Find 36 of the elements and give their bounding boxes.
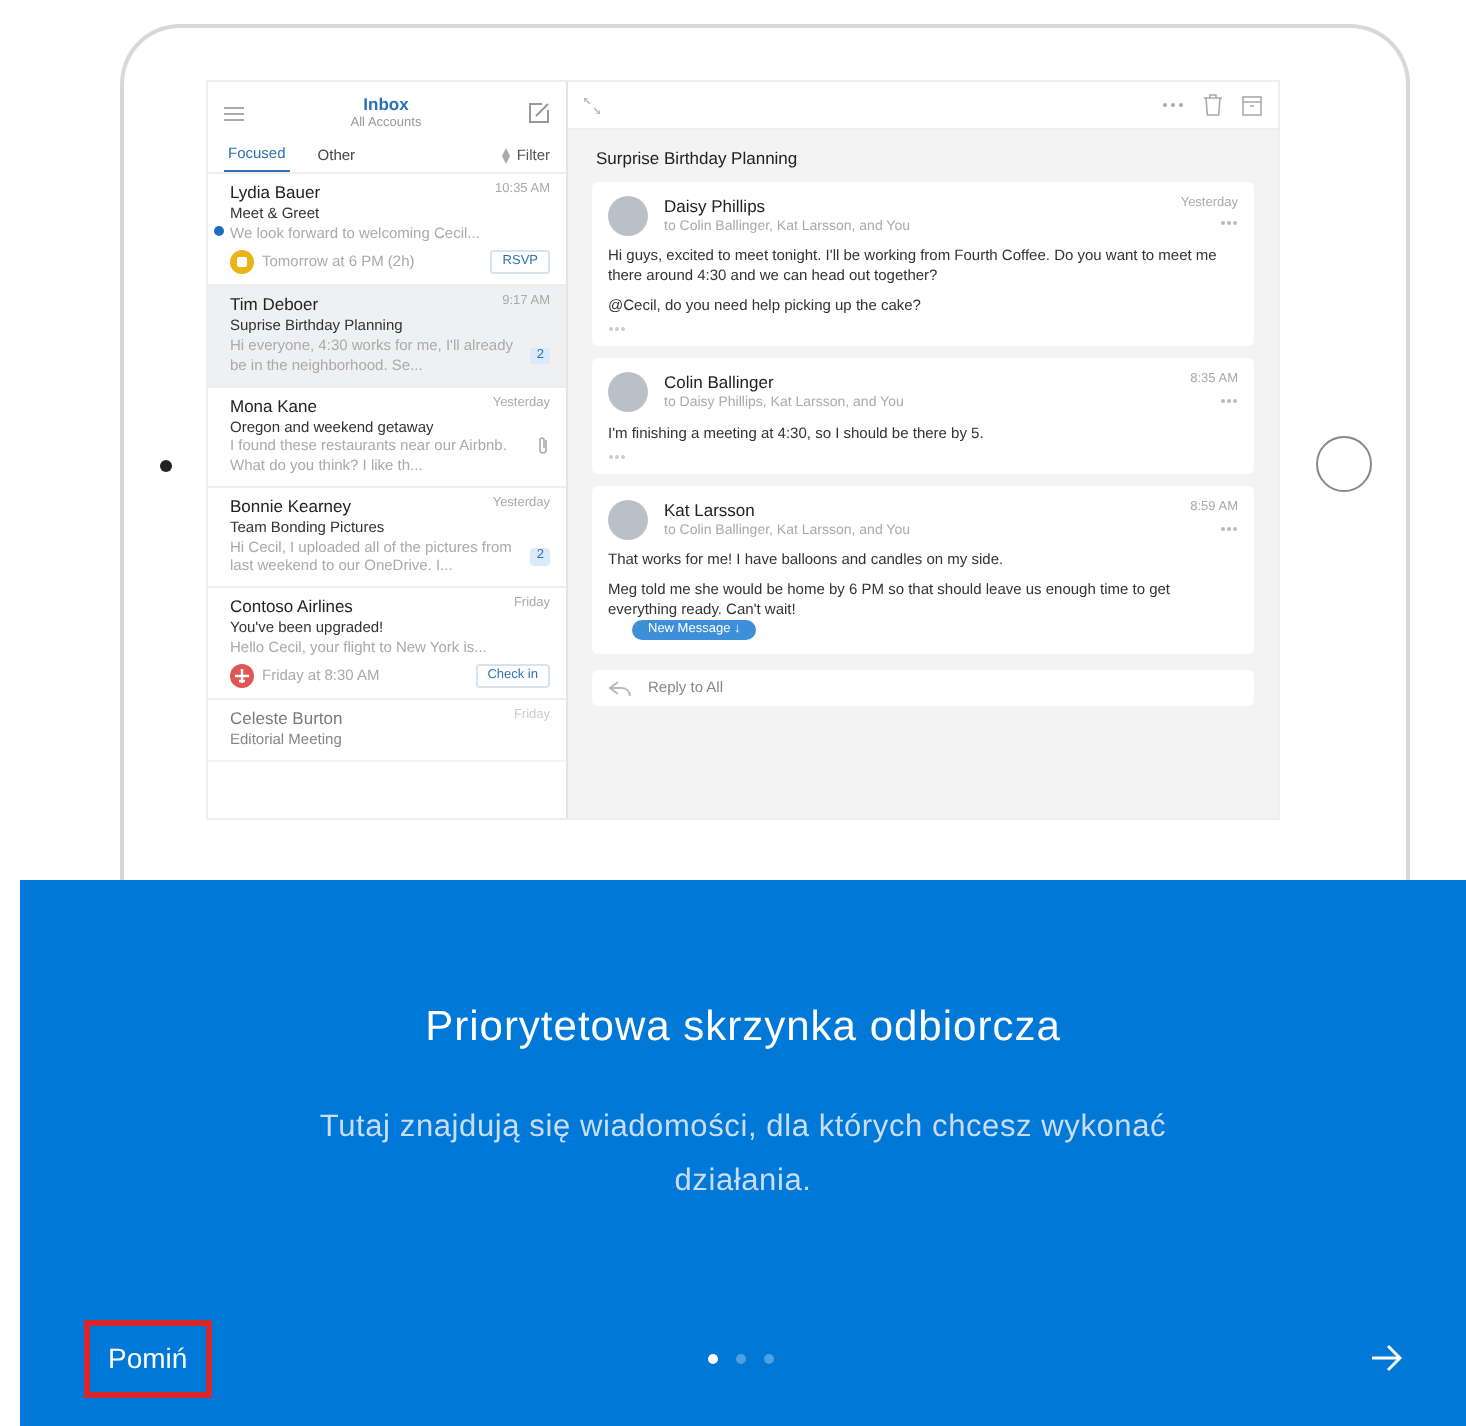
camera-dot — [159, 460, 171, 472]
collapsed-text-icon[interactable] — [608, 326, 626, 333]
expand-icon[interactable] — [584, 97, 600, 113]
avatar-placeholder — [608, 372, 648, 413]
sender-name: Mona Kane — [230, 395, 317, 418]
collapsed-text-icon[interactable] — [608, 454, 626, 461]
page-dot[interactable] — [735, 1354, 746, 1364]
avatar-placeholder — [608, 196, 648, 237]
sender-name: Tim Deboer — [230, 294, 319, 317]
avatar-placeholder — [608, 500, 648, 541]
onboarding-title: Priorytetowa skrzynka odbiorcza — [425, 1002, 1061, 1054]
page-dot[interactable] — [707, 1354, 718, 1364]
onboarding-description: Tutaj znajdują się wiadomości, dla których chcesz wykonać działania. — [317, 1107, 1169, 1202]
sender-name: Kat Larsson — [664, 500, 757, 523]
home-button[interactable] — [1315, 436, 1371, 492]
sender-name: Lydia Bauer — [230, 182, 321, 205]
sender-name: Bonnie Kearney — [230, 495, 351, 518]
reply-icon — [608, 680, 632, 697]
more-icon[interactable] — [1220, 397, 1238, 404]
sender-name: Colin Ballinger — [664, 372, 776, 395]
page-dot[interactable] — [763, 1354, 774, 1364]
filter-icon — [500, 148, 513, 165]
inbox-title: Inbox — [361, 94, 411, 116]
trash-icon[interactable] — [1204, 94, 1222, 116]
thread-subject: Surprise Birthday Planning — [594, 146, 800, 172]
sender-name: Celeste Burton — [230, 708, 343, 731]
compose-icon[interactable] — [527, 102, 550, 125]
sender-name: Contoso Airlines — [230, 596, 353, 619]
more-icon[interactable] — [1220, 220, 1238, 227]
archive-icon[interactable] — [1242, 95, 1262, 115]
menu-icon[interactable] — [224, 105, 244, 122]
skip-button[interactable]: Pomiń — [84, 1320, 212, 1398]
more-icon[interactable] — [1162, 102, 1184, 108]
arrow-right-icon — [1370, 1344, 1402, 1373]
more-icon[interactable] — [1220, 525, 1238, 532]
sender-name: Daisy Phillips — [664, 196, 768, 219]
